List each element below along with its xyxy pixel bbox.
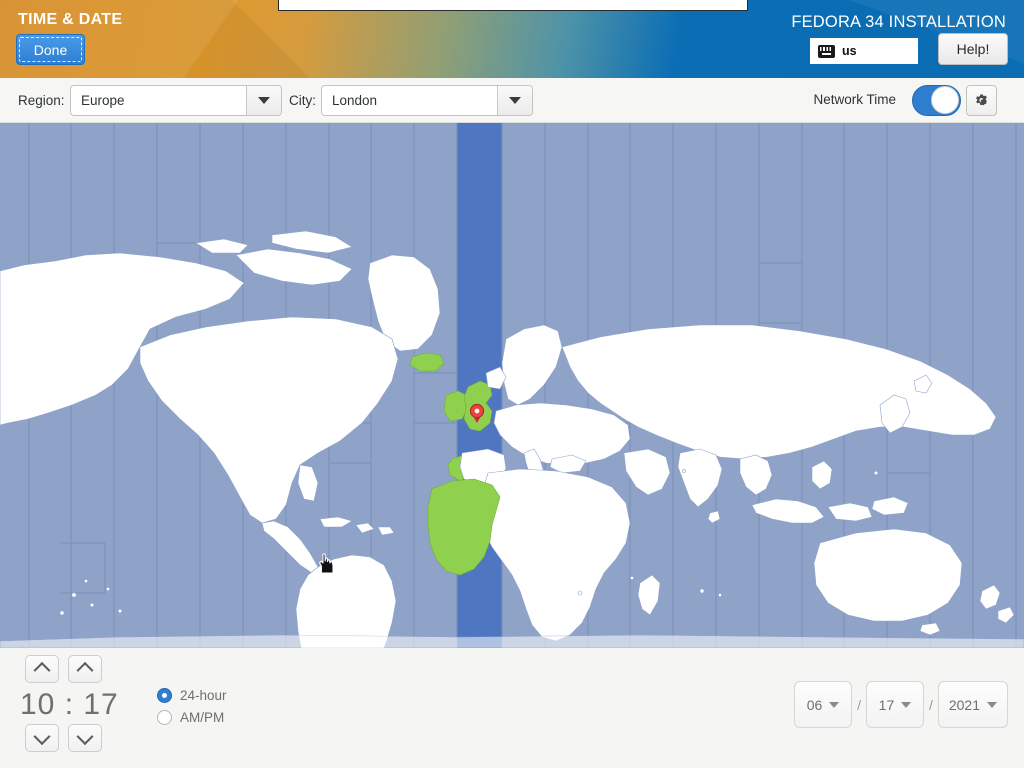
toggle-knob xyxy=(931,86,959,114)
hour-increment-button[interactable] xyxy=(25,655,59,683)
help-button-label: Help! xyxy=(956,41,990,57)
network-time-toggle[interactable] xyxy=(912,85,961,116)
region-value: Europe xyxy=(81,93,125,108)
minute-decrement-button[interactable] xyxy=(68,724,102,752)
done-button-label: Done xyxy=(33,41,68,58)
chevron-down-icon xyxy=(509,97,521,104)
world-map-svg: .land { fill:#ffffff; stroke:#8fa3c8; st… xyxy=(0,123,1024,648)
chevron-down-icon xyxy=(33,728,51,746)
time-format-radio-group: 24-hour AM/PM xyxy=(157,684,227,728)
radio-24-hour-label: 24-hour xyxy=(180,687,227,703)
day-value: 17 xyxy=(878,696,895,713)
chevron-down-icon xyxy=(258,97,270,104)
month-dropdown[interactable]: 06 xyxy=(794,681,853,728)
chevron-down-icon xyxy=(901,701,912,708)
year-dropdown[interactable]: 2021 xyxy=(937,681,1008,728)
region-dropdown-arrow-box xyxy=(246,86,281,115)
chevron-down-icon xyxy=(76,728,94,746)
help-button[interactable]: Help! xyxy=(938,33,1008,65)
chevron-up-icon xyxy=(76,661,94,679)
radio-ampm-label: AM/PM xyxy=(180,709,225,725)
installation-title: FEDORA 34 INSTALLATION xyxy=(791,13,1006,31)
date-separator-1: / xyxy=(857,696,861,713)
radio-24-hour-indicator xyxy=(157,687,172,703)
time-date-screen: TIME & DATE Done FEDORA 34 INSTALLATION … xyxy=(0,0,1024,768)
keyboard-layout-label: us xyxy=(842,44,857,58)
done-button[interactable]: Done xyxy=(16,34,85,65)
region-label: Region: xyxy=(18,93,65,108)
chevron-down-icon xyxy=(987,701,997,708)
radio-ampm-indicator xyxy=(157,709,172,725)
city-label: City: xyxy=(289,93,316,108)
radio-24-hour[interactable]: 24-hour xyxy=(157,684,227,706)
region-dropdown[interactable]: Europe xyxy=(70,85,282,116)
year-value: 2021 xyxy=(948,696,980,713)
city-dropdown-arrow-box xyxy=(497,86,532,115)
keyboard-layout-indicator[interactable]: us xyxy=(810,38,918,64)
city-value: London xyxy=(332,93,378,108)
window-top-strip xyxy=(278,0,748,11)
page-title: TIME & DATE xyxy=(18,11,123,28)
radio-ampm[interactable]: AM/PM xyxy=(157,706,227,728)
header-bar: TIME & DATE Done FEDORA 34 INSTALLATION … xyxy=(0,0,1024,78)
timezone-map[interactable]: .land { fill:#ffffff; stroke:#8fa3c8; st… xyxy=(0,123,1024,648)
network-time-label: Network Time xyxy=(813,92,896,107)
chevron-up-icon xyxy=(33,661,51,679)
month-value: 06 xyxy=(806,696,823,713)
date-separator-2: / xyxy=(928,696,933,713)
time-display: 10 : 17 xyxy=(20,688,119,721)
date-selectors: 06 / 17 / 2021 xyxy=(794,681,1008,728)
gear-icon xyxy=(976,93,987,106)
chevron-down-icon xyxy=(829,701,840,708)
minute-increment-button[interactable] xyxy=(68,655,102,683)
day-dropdown[interactable]: 17 xyxy=(865,681,924,728)
keyboard-icon xyxy=(818,44,835,58)
city-dropdown[interactable]: London xyxy=(321,85,533,116)
hour-decrement-button[interactable] xyxy=(25,724,59,752)
network-time-settings-button[interactable] xyxy=(966,85,997,116)
